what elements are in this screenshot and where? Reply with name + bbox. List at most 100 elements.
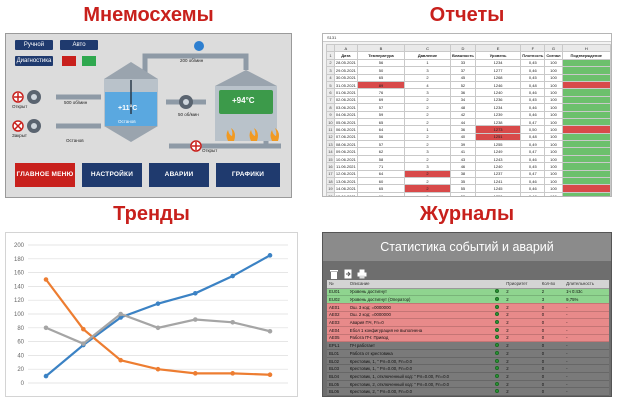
- table-cell[interactable]: 07.06.2021: [333, 132, 358, 142]
- table-cell[interactable]: 100: [544, 58, 563, 68]
- table-cell[interactable]: 48: [449, 103, 476, 112]
- table-cell[interactable]: 2: [404, 95, 451, 105]
- journal-row[interactable]: BL04 Крестовик, 1, отключенный код: " Рл=…: [327, 372, 609, 381]
- table-cell[interactable]: 65: [356, 117, 406, 127]
- table-cell[interactable]: [561, 154, 611, 164]
- table-cell[interactable]: 71: [356, 162, 406, 171]
- journal-row[interactable]: EU02 Уровень достигнут (Оператор) 2 3 9,75%: [327, 295, 609, 304]
- column-letter[interactable]: G: [544, 43, 563, 53]
- table-cell[interactable]: 100: [544, 154, 563, 164]
- table-cell[interactable]: 31.05.2021: [333, 80, 358, 90]
- table-cell[interactable]: 44: [449, 117, 476, 127]
- table-cell[interactable]: [561, 110, 611, 119]
- table-cell[interactable]: 10.06.2021: [333, 154, 358, 164]
- table-cell[interactable]: 52: [449, 191, 476, 196]
- table-cell[interactable]: 100: [544, 73, 563, 82]
- table-cell[interactable]: [561, 132, 611, 142]
- table-cell[interactable]: 1: [404, 58, 451, 68]
- table-cell[interactable]: 1234: [474, 103, 522, 112]
- table-cell[interactable]: 36: [449, 88, 476, 97]
- table-cell[interactable]: 06.06.2021: [333, 125, 358, 134]
- table-cell[interactable]: [561, 103, 611, 112]
- column-letter[interactable]: F: [520, 43, 546, 53]
- journal-row[interactable]: BL07Крестовик, 2, " Рл=0.00, Fn=0.0 20-: [327, 395, 609, 396]
- table-cell[interactable]: 3: [404, 147, 451, 156]
- table-cell[interactable]: 52: [449, 80, 476, 90]
- table-cell[interactable]: 02.06.2021: [333, 95, 358, 105]
- table-cell[interactable]: 65: [356, 73, 406, 82]
- table-cell[interactable]: 0,47: [520, 169, 546, 179]
- journal-row[interactable]: BL06 Крестовик, 2, " Рл=0.00, Fn=0.0 2 0-: [327, 387, 609, 396]
- column-letter[interactable]: A: [333, 43, 358, 53]
- table-cell[interactable]: [561, 66, 611, 75]
- table-cell[interactable]: 65: [356, 184, 406, 193]
- column-letter[interactable]: D: [449, 43, 476, 53]
- table-cell[interactable]: 100: [544, 177, 563, 186]
- journal-column-header[interactable]: №: [327, 280, 348, 289]
- journal-row[interactable]: BL01 Работа от крестовика 2 0-: [327, 349, 609, 358]
- table-cell[interactable]: 1239: [474, 110, 522, 119]
- journal-column-header[interactable]: Приоритет: [504, 280, 540, 289]
- table-cell[interactable]: 0,47: [520, 147, 546, 156]
- table-cell[interactable]: [561, 184, 611, 193]
- table-cell[interactable]: 1241: [474, 177, 522, 186]
- table-cell[interactable]: 100: [544, 95, 563, 105]
- delete-icon[interactable]: [329, 266, 339, 279]
- table-cell[interactable]: 39: [449, 140, 476, 149]
- table-cell[interactable]: [561, 169, 611, 179]
- journal-column-header[interactable]: Длительность: [564, 280, 609, 289]
- table-cell[interactable]: 100: [544, 117, 563, 127]
- table-cell[interactable]: 1273: [474, 125, 522, 134]
- table-cell[interactable]: 0,48: [520, 132, 546, 142]
- table-cell[interactable]: 04.06.2021: [333, 110, 358, 119]
- cell-reference[interactable]: S131: [327, 35, 336, 40]
- column-letter[interactable]: H: [561, 43, 611, 53]
- table-cell[interactable]: 29.05.2021: [333, 66, 358, 75]
- table-cell[interactable]: 43: [449, 154, 476, 164]
- journal-column-header[interactable]: Описание: [347, 280, 494, 289]
- table-cell[interactable]: 57: [356, 140, 406, 149]
- journal-row[interactable]: AE01 Ош. 3 код: =0000000 2 0-: [327, 303, 609, 312]
- table-cell[interactable]: [561, 147, 611, 156]
- table-cell[interactable]: 0,46: [520, 88, 546, 97]
- table-cell[interactable]: 100: [544, 191, 563, 196]
- table-cell[interactable]: 1243: [474, 154, 522, 164]
- journal-row[interactable]: AE05 Работа ПЧ: Привод 2 0-: [327, 334, 609, 343]
- table-cell[interactable]: 62: [356, 147, 406, 156]
- table-cell[interactable]: 76: [356, 88, 406, 97]
- table-cell[interactable]: 2: [404, 73, 451, 82]
- table-cell[interactable]: 100: [544, 140, 563, 149]
- table-cell[interactable]: 30.05.2021: [333, 73, 358, 82]
- print-icon[interactable]: [357, 266, 367, 279]
- table-cell[interactable]: 0,46: [520, 103, 546, 112]
- table-cell[interactable]: 0,50: [520, 125, 546, 134]
- table-cell[interactable]: 0,46: [520, 177, 546, 186]
- table-cell[interactable]: 100: [544, 169, 563, 179]
- journal-column-header[interactable]: Кол-во: [539, 280, 565, 289]
- table-cell[interactable]: 38: [449, 169, 476, 179]
- table-cell[interactable]: 03.06.2021: [333, 103, 358, 112]
- table-cell[interactable]: [561, 125, 611, 134]
- table-cell[interactable]: 2: [404, 184, 451, 193]
- journal-row[interactable]: AE02 Ош. 2 код: =0000000 2 0-: [327, 311, 609, 320]
- table-cell[interactable]: 1236: [474, 95, 522, 105]
- table-cell[interactable]: 2: [404, 117, 451, 127]
- table-cell[interactable]: 1240: [474, 88, 522, 97]
- table-cell[interactable]: 2: [404, 140, 451, 149]
- table-cell[interactable]: 58: [356, 154, 406, 164]
- table-cell[interactable]: 41: [449, 147, 476, 156]
- table-cell[interactable]: 1234: [474, 58, 522, 68]
- table-cell[interactable]: 0,46: [520, 110, 546, 119]
- table-cell[interactable]: 0,48: [520, 80, 546, 90]
- table-cell[interactable]: 33: [449, 58, 476, 68]
- table-cell[interactable]: 0,48: [520, 191, 546, 196]
- table-cell[interactable]: 34: [449, 95, 476, 105]
- table-cell[interactable]: 100: [544, 125, 563, 134]
- table-cell[interactable]: 46: [449, 162, 476, 171]
- journal-column-header[interactable]: [493, 280, 505, 289]
- table-cell[interactable]: 42: [449, 110, 476, 119]
- table-cell[interactable]: 1246: [474, 80, 522, 90]
- table-cell[interactable]: 2: [404, 154, 451, 164]
- table-cell[interactable]: 1238: [474, 117, 522, 127]
- journal-row[interactable]: BL02 Крестовик, 1, " Рл=0.00, Fn=0.0 2 0-: [327, 357, 609, 366]
